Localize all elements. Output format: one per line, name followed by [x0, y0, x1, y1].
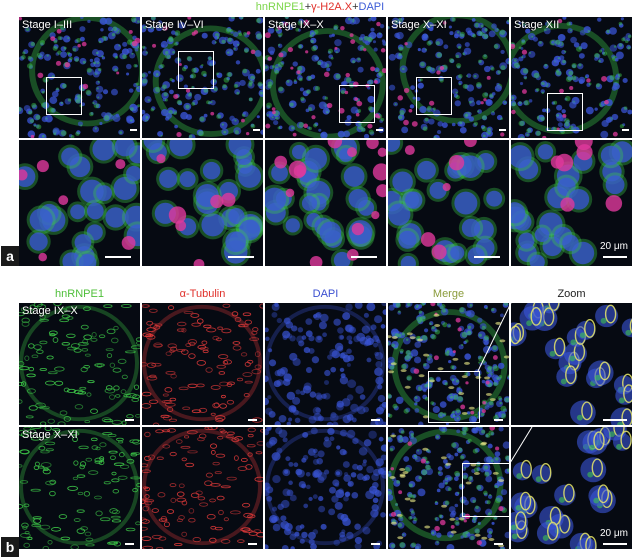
micrograph	[142, 303, 263, 425]
a-zoom-stage-2	[142, 140, 263, 266]
micrograph	[19, 303, 140, 425]
a-overview-stage-1: Stage I–III	[19, 17, 140, 138]
b-row2-zoom: 20 μm	[511, 427, 632, 549]
micrograph	[388, 140, 509, 266]
scale-bar	[474, 256, 500, 258]
panel-a-title: hnRNPE1+γ-H2A.X+DAPI	[0, 1, 640, 13]
title-dapi: DAPI	[358, 1, 385, 13]
b-row1-alpha-tubulin	[142, 303, 263, 425]
scale-bar	[228, 256, 254, 258]
inset-box	[547, 93, 583, 131]
scale-bar	[376, 129, 383, 131]
col-header-hnrnpe1: hnRNPE1	[55, 288, 104, 300]
a-zoom-stage-4	[388, 140, 509, 266]
micrograph	[265, 140, 386, 266]
a-overview-stage-2: Stage IV–VI	[142, 17, 263, 138]
scale-bar	[494, 543, 503, 545]
scale-bar	[105, 256, 131, 258]
b-row1-merge	[388, 303, 509, 425]
scale-bar	[603, 419, 627, 421]
scale-bar	[130, 129, 137, 131]
title-gamma-h2ax: γ-H2A.X	[311, 1, 353, 13]
micrograph	[19, 140, 140, 266]
panel-b-label: b	[1, 537, 19, 557]
scale-bar	[494, 419, 503, 421]
scale-bar	[371, 543, 380, 545]
stage-label: Stage X–XI	[391, 19, 447, 31]
micrograph	[19, 427, 140, 549]
panel-a-label: a	[1, 246, 19, 266]
inset-box	[428, 371, 480, 423]
a-zoom-stage-5: 20 μm	[511, 140, 632, 266]
a-zoom-stage-3	[265, 140, 386, 266]
b-row2-dapi	[265, 427, 386, 549]
scale-text: 20 μm	[600, 241, 628, 252]
b-row1-dapi	[265, 303, 386, 425]
col-header-zoom: Zoom	[557, 288, 586, 300]
stage-label: Stage X–XI	[22, 429, 78, 441]
scale-text: 20 μm	[600, 528, 628, 539]
scale-bar	[248, 419, 257, 421]
scale-bar	[125, 419, 134, 421]
a-overview-stage-5: Stage XII	[511, 17, 632, 138]
stage-label: Stage IX–X	[22, 305, 78, 317]
scale-bar	[603, 543, 627, 545]
a-overview-stage-3: Stage IX–X	[265, 17, 386, 138]
col-header-merge: Merge	[432, 288, 465, 300]
micrograph	[265, 427, 386, 549]
col-header-alpha-tubulin: α-Tubulin	[179, 288, 226, 300]
scale-bar	[603, 256, 627, 258]
b-row1-hnrnpe1: Stage IX–X	[19, 303, 140, 425]
scale-bar	[253, 129, 260, 131]
b-row2-merge	[388, 427, 509, 549]
stage-label: Stage I–III	[22, 19, 73, 31]
col-header-dapi: DAPI	[312, 288, 339, 300]
inset-box	[178, 51, 214, 89]
micrograph	[265, 303, 386, 425]
inset-box	[416, 77, 452, 115]
a-zoom-stage-1	[19, 140, 140, 266]
micrograph	[142, 140, 263, 266]
scale-bar	[622, 129, 629, 131]
b-row2-alpha-tubulin	[142, 427, 263, 549]
scale-bar	[248, 543, 257, 545]
scale-bar	[125, 543, 134, 545]
micrograph	[142, 427, 263, 549]
b-row1-zoom	[511, 303, 632, 425]
inset-box	[339, 85, 375, 123]
inset-box	[46, 77, 82, 115]
stage-label: Stage XII	[514, 19, 560, 31]
b-row2-hnrnpe1: Stage X–XI	[19, 427, 140, 549]
stage-label: Stage IV–VI	[145, 19, 204, 31]
micrograph	[511, 303, 632, 425]
scale-bar	[499, 129, 506, 131]
a-overview-stage-4: Stage X–XI	[388, 17, 509, 138]
scale-bar	[351, 256, 377, 258]
scale-bar	[371, 419, 380, 421]
title-hnrnpe1: hnRNPE1	[255, 1, 305, 13]
stage-label: Stage IX–X	[268, 19, 324, 31]
inset-box	[462, 463, 509, 517]
